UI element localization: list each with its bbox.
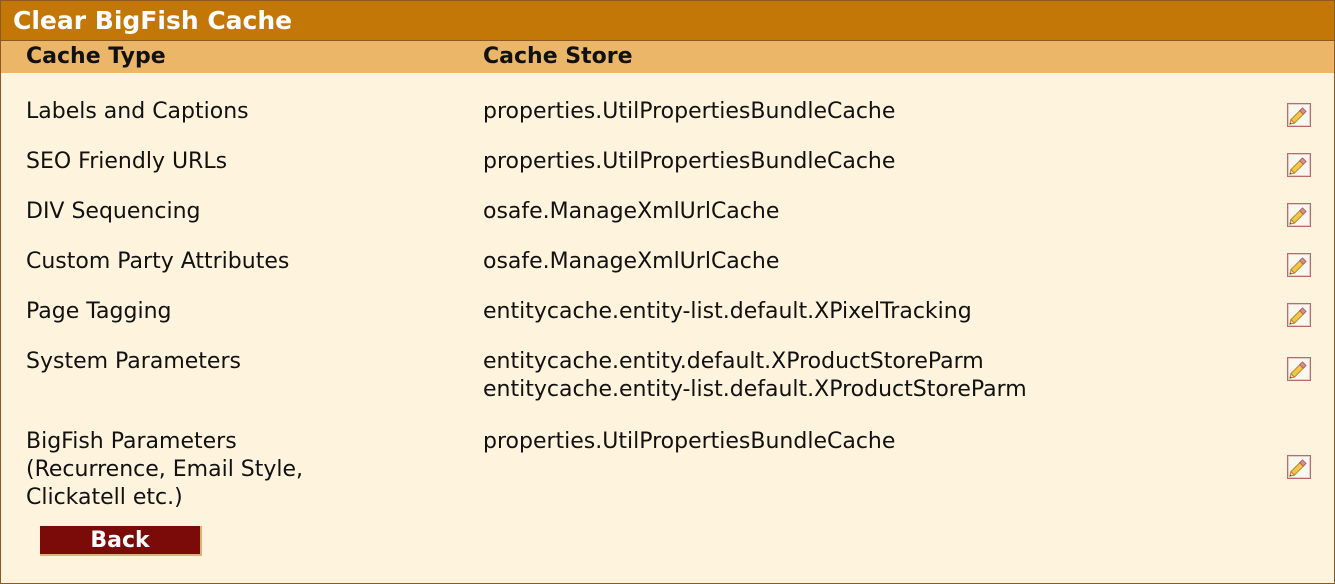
cache-type-cell: SEO Friendly URLs [26,148,227,176]
cache-panel: Clear BigFish Cache Cache Type Cache Sto… [0,0,1335,584]
cache-store-text: properties.UtilPropertiesBundleCache [483,429,896,454]
cache-type-text: Clickatell etc.) [26,485,183,510]
page-title: Clear BigFish Cache [1,1,1334,41]
pencil-edit-icon[interactable] [1287,253,1311,277]
cache-type-cell: System Parameters [26,348,241,376]
cache-type-text: Page Tagging [26,299,172,324]
table-row: Custom Party Attributes osafe.ManageXmlUr… [1,248,1334,298]
cache-store-text: entitycache.entity-list.default.XProduct… [483,377,1027,402]
table-row: Page Tagging entitycache.entity-list.defa… [1,298,1334,348]
cache-type-text: SEO Friendly URLs [26,149,228,174]
cache-type-cell: Page Tagging [26,298,171,326]
table-row: DIV Sequencing osafe.ManageXmlUrlCache [1,198,1334,248]
cache-store-text: entitycache.entity.default.XProductStore… [483,349,984,374]
cache-type-text: BigFish Parameters [26,429,237,454]
table-header: Cache Type Cache Store [1,41,1334,73]
cache-store-text: entitycache.entity-list.default.XPixelTr… [483,299,972,324]
cache-type-text: System Parameters [26,349,241,374]
cache-store-cell: entitycache.entity-list.default.XPixelTr… [483,298,972,326]
cache-type-cell: DIV Sequencing [26,198,200,226]
cache-store-cell: properties.UtilPropertiesBundleCache [483,148,895,176]
cache-store-cell: properties.UtilPropertiesBundleCache [483,98,895,126]
cache-type-text: DIV Sequencing [26,199,201,224]
cache-type-text: Custom Party Attributes [26,249,290,274]
pencil-edit-icon[interactable] [1287,357,1311,381]
table-row: SEO Friendly URLs properties.UtilProperti… [1,148,1334,198]
cache-store-text: properties.UtilPropertiesBundleCache [483,149,896,174]
pencil-edit-icon[interactable] [1287,303,1311,327]
table-row: Labels and Captions properties.UtilProper… [1,98,1334,148]
cache-type-cell: Custom Party Attributes [26,248,289,276]
cache-type-cell: BigFish Parameters (Recurrence, Email Sty… [26,428,303,512]
column-header-cache-type: Cache Type [26,44,166,69]
pencil-edit-icon[interactable] [1287,103,1311,127]
cache-store-cell: osafe.ManageXmlUrlCache [483,248,779,276]
cache-type-text: (Recurrence, Email Style, [26,457,304,482]
cache-type-cell: Labels and Captions [26,98,249,126]
cache-store-text: properties.UtilPropertiesBundleCache [483,99,896,124]
cache-type-text: Labels and Captions [26,99,249,124]
cache-store-text: osafe.ManageXmlUrlCache [483,199,780,224]
cache-store-cell: osafe.ManageXmlUrlCache [483,198,779,226]
pencil-edit-icon[interactable] [1287,455,1311,479]
column-header-cache-store: Cache Store [483,44,633,69]
cache-store-cell: properties.UtilPropertiesBundleCache [483,428,895,456]
table-row: System Parameters entitycache.entity.defa… [1,348,1334,424]
pencil-edit-icon[interactable] [1287,153,1311,177]
pencil-edit-icon[interactable] [1287,203,1311,227]
cache-store-cell: entitycache.entity.default.XProductStore… [483,348,1027,404]
cache-store-text: osafe.ManageXmlUrlCache [483,249,780,274]
back-button[interactable]: Back [40,526,202,556]
table-row: BigFish Parameters (Recurrence, Email Sty… [1,428,1334,516]
